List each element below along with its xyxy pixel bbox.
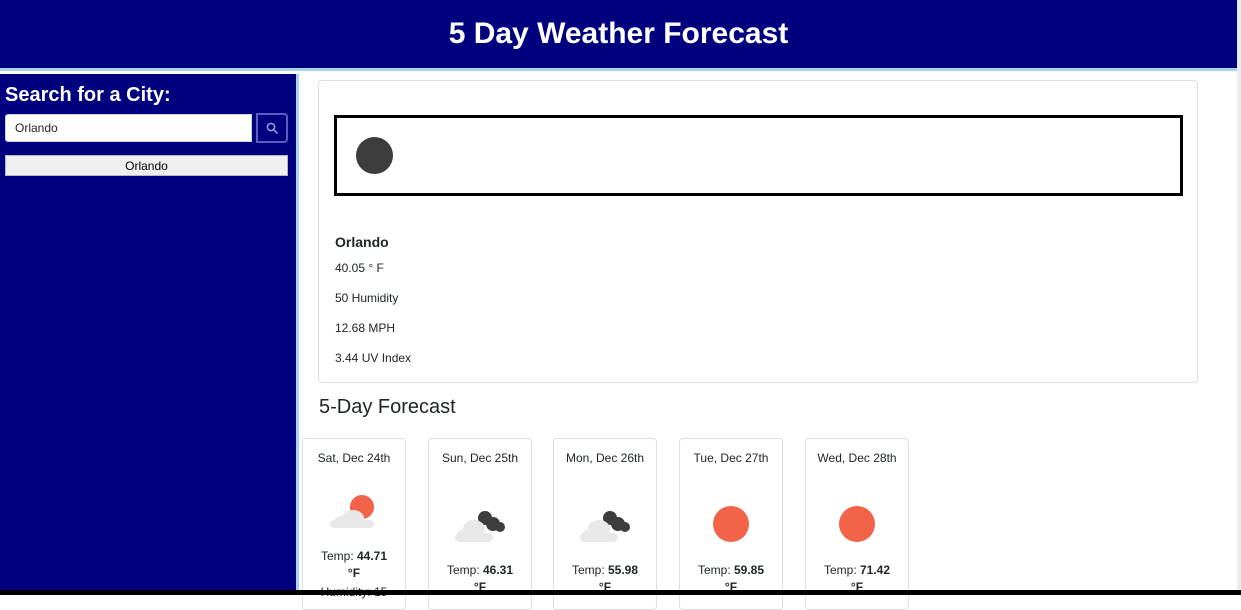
forecast-date: Wed, Dec 28th xyxy=(817,451,897,465)
sidebar-title: Search for a City: xyxy=(5,84,171,106)
temp-unit: °F xyxy=(347,566,361,580)
temp-label: Temp: xyxy=(320,549,354,563)
temp-value: 71.42 xyxy=(860,563,891,577)
temp-label: Temp: xyxy=(697,563,731,577)
forecast-title: 5-Day Forecast xyxy=(319,396,456,418)
page-scroll-edge xyxy=(1237,0,1241,590)
sun-icon xyxy=(713,506,749,542)
current-humidity: 50 Humidity xyxy=(335,291,399,305)
temp-label: Temp: xyxy=(823,563,857,577)
temp-label: Temp: xyxy=(571,563,605,577)
page-header: 5 Day Weather Forecast xyxy=(0,0,1237,71)
forecast-card-day-4: Tue, Dec 27th Temp: 59.85 °F xyxy=(679,438,783,610)
forecast-card-day-5: Wed, Dec 28th Temp: 71.42 °F xyxy=(805,438,909,610)
search-button[interactable] xyxy=(256,113,288,143)
current-weather-card: Orlando 40.05 ° F 50 Humidity 12.68 MPH … xyxy=(318,80,1198,383)
page-title: 5 Day Weather Forecast xyxy=(448,17,789,50)
cloudy-icon xyxy=(455,511,505,542)
sidebar: Search for a City: Orlando xyxy=(0,74,299,590)
temp-value: 59.85 xyxy=(734,563,765,577)
forecast-temperature: Temp: 44.71 °F xyxy=(303,548,405,582)
current-city-name: Orlando xyxy=(335,234,389,250)
forecast-card-day-3: Mon, Dec 26th Temp: 55.98 °F xyxy=(553,438,657,610)
forecast-card-day-2: Sun, Dec 25th Temp: 46.31 °F xyxy=(428,438,532,610)
temp-label: Temp: xyxy=(446,563,480,577)
current-weather-icon-box xyxy=(334,115,1183,196)
temp-value: 46.31 xyxy=(483,563,514,577)
search-icon xyxy=(266,122,278,134)
window-bottom-edge xyxy=(0,590,1241,595)
temp-value: 55.98 xyxy=(608,563,639,577)
forecast-date: Sun, Dec 25th xyxy=(441,451,519,465)
forecast-date: Sat, Dec 24th xyxy=(317,451,391,465)
partly-cloudy-icon xyxy=(330,495,374,528)
current-temperature: 40.05 ° F xyxy=(335,261,384,275)
moon-icon xyxy=(356,137,393,174)
forecast-date: Mon, Dec 26th xyxy=(565,451,645,465)
current-wind-speed: 12.68 MPH xyxy=(335,321,396,335)
current-uv-index: 3.44 UV Index xyxy=(335,351,412,365)
sun-icon xyxy=(839,506,875,542)
forecast-card-day-1: Sat, Dec 24th Temp: 44.71 °F Humidity: 1… xyxy=(302,438,406,610)
city-search-input[interactable] xyxy=(5,114,252,142)
cloudy-icon xyxy=(580,511,630,542)
history-button-orlando[interactable]: Orlando xyxy=(5,155,288,176)
temp-value: 44.71 xyxy=(357,549,388,563)
forecast-date: Tue, Dec 27th xyxy=(693,451,769,465)
